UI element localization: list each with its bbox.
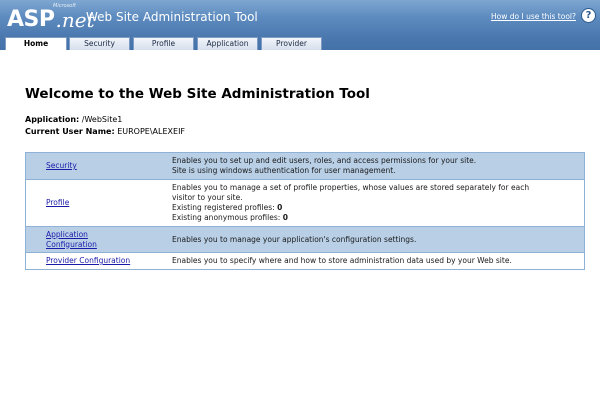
feature-row-provider: Provider Configuration Enables you to sp…	[26, 253, 584, 269]
profile-link[interactable]: Profile	[46, 198, 69, 208]
provider-configuration-link[interactable]: Provider Configuration	[46, 256, 130, 266]
application-link-line2: Configuration	[46, 239, 97, 249]
anonymous-profiles-label: Existing anonymous profiles:	[172, 213, 281, 222]
logo-asp-text: ASP	[7, 7, 55, 32]
application-desc-line: Enables you to manage your application's…	[172, 234, 417, 244]
tab-security[interactable]: Security	[69, 37, 130, 50]
app-title: Web Site Administration Tool	[86, 10, 258, 24]
feature-link-cell: Application Configuration	[26, 227, 171, 252]
feature-link-cell: Profile	[26, 180, 171, 226]
feature-row-profile: Profile Enables you to manage a set of p…	[26, 180, 584, 227]
tab-provider[interactable]: Provider	[261, 37, 322, 50]
feature-row-application: Application Configuration Enables you to …	[26, 227, 584, 253]
profile-desc-line: Enables you to manage a set of profile p…	[172, 183, 530, 192]
aspnet-logo: ASP .net Microsoft	[7, 2, 95, 32]
question-circle-icon[interactable]: ?	[581, 8, 596, 23]
tab-bar: Home Security Profile Application Provid…	[0, 37, 600, 51]
application-label: Application:	[25, 115, 80, 124]
feature-row-security: Security Enables you to set up and edit …	[26, 153, 584, 180]
application-value: /WebSite1	[81, 115, 123, 124]
feature-description: Enables you to manage your application's…	[171, 227, 584, 252]
tab-application[interactable]: Application	[197, 37, 258, 50]
logo-microsoft-text: Microsoft	[53, 3, 76, 9]
features-table: Security Enables you to set up and edit …	[25, 152, 585, 270]
registered-profiles-count: 0	[277, 203, 283, 212]
registered-profiles-line: Existing registered profiles: 0	[172, 203, 580, 213]
application-link-line1: Application	[46, 229, 88, 239]
feature-link-cell: Provider Configuration	[26, 253, 171, 269]
registered-profiles-label: Existing registered profiles:	[172, 203, 275, 212]
tab-strip-divider	[0, 50, 600, 52]
application-configuration-link[interactable]: Application Configuration	[46, 230, 97, 250]
profile-desc-line: visitor to your site.	[172, 193, 243, 202]
application-info: Application: /WebSite1	[25, 115, 122, 124]
feature-link-cell: Security	[26, 153, 171, 179]
help-link[interactable]: How do I use this tool?	[491, 12, 576, 21]
current-user-label: Current User Name:	[25, 127, 115, 136]
anonymous-profiles-count: 0	[282, 213, 288, 222]
feature-description: Enables you to specify where and how to …	[171, 253, 584, 269]
feature-description: Enables you to manage a set of profile p…	[171, 180, 584, 226]
header-bar: ASP .net Microsoft Web Site Administratio…	[0, 0, 600, 37]
feature-description: Enables you to set up and edit users, ro…	[171, 153, 584, 179]
security-status-line: Site is using windows authentication for…	[172, 166, 396, 175]
current-user-value: EUROPE\ALEXEIF	[117, 127, 186, 136]
page-title: Welcome to the Web Site Administration T…	[25, 86, 370, 102]
security-link[interactable]: Security	[46, 161, 77, 171]
security-desc-line: Enables you to set up and edit users, ro…	[172, 156, 477, 165]
tab-profile[interactable]: Profile	[133, 37, 194, 50]
current-user-info: Current User Name: EUROPE\ALEXEIF	[25, 127, 185, 136]
tab-home[interactable]: Home	[5, 37, 67, 51]
anonymous-profiles-line: Existing anonymous profiles: 0	[172, 213, 580, 223]
provider-desc-line: Enables you to specify where and how to …	[172, 256, 512, 265]
